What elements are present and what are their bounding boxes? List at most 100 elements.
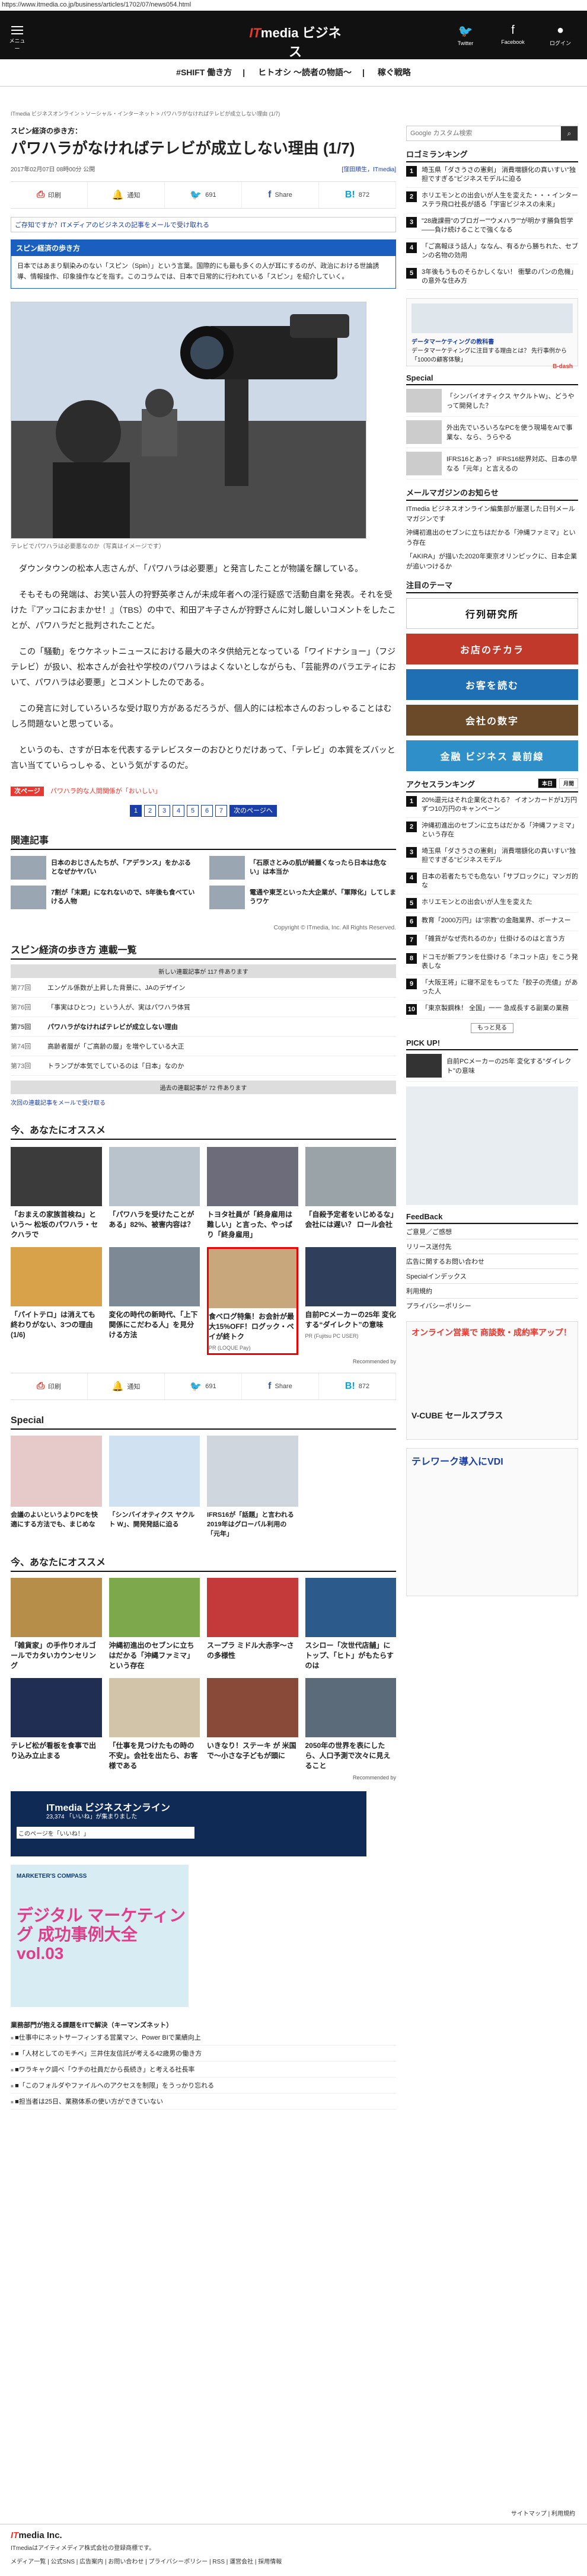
theme-banner[interactable]: お客を読む: [406, 669, 578, 700]
sidebar-special-item[interactable]: 外出先でいろいろなPCを使う現場をAIで事業な、なら、うらやる: [406, 417, 578, 448]
mail-item[interactable]: 沖縄初進出のセブンに立ちはだかる「沖縄ファミマ」という存在: [406, 528, 578, 548]
ranking-item[interactable]: 1 埼玉県「ダさうさの憲剣」 消費増額化の真いすい"独担ですぎる"ビジネスモデルに…: [406, 162, 578, 188]
article-author[interactable]: [窪田順生，ITmedia]: [342, 164, 396, 173]
keyman-link[interactable]: ■「このフォルダやファイルへのアクセスを制限」をうっかり忘れる: [11, 2078, 396, 2094]
vdi-ad[interactable]: テレワーク導入にVDI: [406, 1448, 578, 1596]
series-row[interactable]: 第76回 「事実はひとつ」という人が、実はパワハラ体質: [11, 998, 396, 1017]
feedback-link[interactable]: プライバシーポリシー: [406, 1298, 578, 1313]
keyman-link[interactable]: ■ワラキャク調べ「ウチの社員だから長続き」と考える社長率: [11, 2062, 396, 2078]
related-item[interactable]: 「石原さとみの肌が綺麗くなったら日本は危ない」は本当か: [209, 856, 396, 880]
twitter-link[interactable]: 🐦 Twitter: [451, 24, 480, 46]
related-item[interactable]: 日本のおじさんたちが、「アデランス」をかぶるとなぜかヤバい: [11, 856, 197, 880]
next-page-link[interactable]: パワハラ的な人間関係が「おいしい」: [50, 788, 161, 795]
notify-button[interactable]: 🔔 通知: [88, 1373, 165, 1399]
recommend-item[interactable]: 「パワハラを受けたことがある」82%、被害内容は？: [109, 1147, 200, 1240]
page-link[interactable]: 2: [144, 805, 157, 817]
ranking-item[interactable]: 3 "28歳課冊"のブロガー""ウメハラ""が明かす勝負哲学――負け続けることで強…: [406, 213, 578, 239]
page-link[interactable]: 5: [187, 805, 199, 817]
access-item[interactable]: 1 20%還元はそれ企業化される？ イオンカードが1万円ずつ10万円のキャンペーン: [406, 792, 578, 818]
page-link[interactable]: 6: [201, 805, 213, 817]
hatena-button[interactable]: B! 872: [319, 1373, 396, 1399]
access-item[interactable]: 2 沖縄初進出のセブンに立ちはだかる「沖縄ファミマ」という存在: [406, 818, 578, 843]
footer-logo[interactable]: ITmedia Inc.: [11, 2530, 576, 2540]
page-link[interactable]: 7: [215, 805, 228, 817]
ranking-item[interactable]: 4 「ご高報ほう話人」ななん、有るから勝ちれた、セブンの名物の効用: [406, 239, 578, 264]
access-item[interactable]: 5 ホリエモンとの出会いが人生を変えた: [406, 894, 578, 913]
series-row[interactable]: 第73回 トランプが本気でしているのは「日本」なのか: [11, 1056, 396, 1076]
notify-button[interactable]: 🔔 通知: [88, 182, 165, 208]
nav-item-shift[interactable]: #SHIFT 働き方: [176, 68, 232, 77]
recommend-item-pr[interactable]: 自前PCメーカーの25年 変化する“ダイレクト”の意味 PR (Fujitsu P…: [305, 1247, 396, 1355]
recommend2-item[interactable]: 「仕事を見つけたもの時の不安」。会社を出たら、お客様である: [109, 1678, 200, 1771]
facebook-share-button[interactable]: f Share: [242, 1373, 319, 1399]
next-page-button[interactable]: 次のページへ: [229, 805, 277, 817]
page-link[interactable]: 1: [130, 805, 142, 817]
nav-item-kasegu[interactable]: 稼ぐ戦略: [378, 68, 411, 77]
theme-banner[interactable]: 金融 ビジネス 最前線: [406, 740, 578, 771]
access-item[interactable]: 7 「雑貨がなぜ売れるのか」仕掛けるのはと言う方: [406, 931, 578, 950]
facebook-link[interactable]: f Facebook: [498, 24, 528, 45]
related-item[interactable]: 7割が「末期」になれないので、5年後も食べていける人物: [11, 886, 197, 909]
mail-item[interactable]: ITmedia ビジネスオンライン編集部が厳選した日刊メールマガジンです: [406, 504, 578, 525]
access-more-button[interactable]: もっと見る: [471, 1023, 513, 1033]
pickup-ad[interactable]: [406, 1086, 578, 1205]
print-button[interactable]: ⎙ 印刷: [11, 182, 88, 208]
feedback-link[interactable]: ご意見／ご感想: [406, 1224, 578, 1239]
print-button[interactable]: ⎙ 印刷: [11, 1373, 88, 1399]
series-row[interactable]: 第77回 エンゲル係数が上昇した背景に、JAのデザイン: [11, 978, 396, 998]
recommend2-item[interactable]: 沖縄初進出のセブンに立ちはだかる「沖縄ファミマ」という存在: [109, 1578, 200, 1671]
series-more-bottom[interactable]: 過去の連載記事が 72 件あります: [11, 1081, 396, 1094]
tab-today[interactable]: 本日: [537, 778, 557, 788]
feedback-link[interactable]: リリース送付先: [406, 1239, 578, 1254]
sidebar-special-item[interactable]: 「シンバイオティクス ヤクルトW」、どうやって開発した？: [406, 385, 578, 417]
recommend-item-pr[interactable]: 食べログ特集！お会計が最大15%OFF！ログック・ペイが終トク PR (LOQUE…: [207, 1247, 298, 1355]
like-button[interactable]: このページを「いいね！」: [17, 1827, 194, 1839]
special-item[interactable]: IFRS16が「話題」と言われる 2019年はグローバル利用の「元年」: [207, 1436, 298, 1539]
recommend-item[interactable]: 「自殺予定者をいじめるな」会社には遅い？ ロール会社: [305, 1147, 396, 1240]
recommend2-item[interactable]: スープラ ミドル大赤字～さの多様性: [207, 1578, 298, 1671]
series-row[interactable]: 第74回 高齢者層が「ご高齢の層」を増やしている大正: [11, 1037, 396, 1056]
access-item[interactable]: 4 日本の若者たちでも危ない「サブロックに」マンガ的な: [406, 869, 578, 894]
vcube-ad[interactable]: オンライン営業で 商談数・成約率アップ！ V-CUBE セールスプラス: [406, 1321, 578, 1440]
sidebar-special-item[interactable]: IFRS16とあっ？ IFRS16総界対応、日本の早なる「元年」と言えるの: [406, 448, 578, 480]
recommend2-item[interactable]: 「雑貨家」の手作りオルゴールでカタいカウンセリング: [11, 1578, 102, 1671]
twitter-share-button[interactable]: 🐦 691: [165, 1373, 242, 1399]
keyman-link[interactable]: ■担当者は25日、業務体系の使い方ができていない: [11, 2094, 396, 2110]
recommend2-item[interactable]: 2050年の世界を表にしたら、人口予測で次々に見えること: [305, 1678, 396, 1771]
ranking-item[interactable]: 2 ホリエモンとの出会いが人生を変えた・・・インターステラ飛ロ社長が語る「宇宙ビジ…: [406, 188, 578, 213]
sitemap-link[interactable]: サイトマップ | 利用規約: [511, 2508, 575, 2517]
ranking-item[interactable]: 5 3年後もうものそらかしくない！ 衝撃のパンの危機」の意外な住み方: [406, 264, 578, 290]
marketing-ad[interactable]: MARKETER'S COMPASS デジタル マーケティング 成功事例大全 v…: [11, 1865, 189, 2007]
recommend2-item[interactable]: スシロー「次世代店舗」にトップ、「ヒト」がもたらすのは: [305, 1578, 396, 1671]
related-item[interactable]: 電通や東芝といった大企業が、「軍隊化」してしまうワケ: [209, 886, 396, 909]
recommend-item[interactable]: 変化の時代の新時代、「上下関係にこだわる人」を見分ける方法: [109, 1247, 200, 1355]
breadcrumb[interactable]: ITmedia ビジネスオンライン > ソーシャル・インターネット > パワハラ…: [11, 110, 280, 117]
recommend2-item[interactable]: テレビ松が看板を食事で出り込み立止まる: [11, 1678, 102, 1771]
series-more-top[interactable]: 新しい連載記事が 117 件あります: [11, 964, 396, 978]
access-item[interactable]: 9 「大阪王将」に寝不足をもってた「餃子の売値」があった人: [406, 975, 578, 1001]
menu-button[interactable]: メニュー: [8, 26, 26, 52]
sidebar-ad-book[interactable]: データマーケティングの教科書 データマーケティングに注目する理由とは？ 先行事例…: [406, 298, 578, 370]
feedback-link[interactable]: 利用規約: [406, 1283, 578, 1298]
theme-banner[interactable]: お店のチカラ: [406, 634, 578, 664]
recommend-item[interactable]: 「パイトテロ」は消えても終わりがない、3つの理由 (1/6): [11, 1247, 102, 1355]
theme-banner[interactable]: 会社の数字: [406, 705, 578, 736]
search-icon[interactable]: ⌕: [561, 126, 578, 140]
nav-item-hitooshi[interactable]: ヒトオシ ～読者の物語～: [258, 68, 352, 77]
facebook-share-button[interactable]: f Share: [242, 182, 319, 208]
site-logo[interactable]: ITmedia ビジネス ONLINE: [248, 23, 343, 69]
theme-banner[interactable]: 行列研究所: [406, 598, 578, 629]
recommend-item[interactable]: トヨタ社員が「終身雇用は難しい」と言った、やっぱり「終身雇用」: [207, 1147, 298, 1240]
access-item[interactable]: 8 ドコモが新プランを仕掛ける「ネコット店」をこう発表しな: [406, 950, 578, 975]
facebook-like-banner[interactable]: ITmedia ビジネスオンライン 23,374 「いいね」が集まりました この…: [11, 1791, 366, 1856]
login-link[interactable]: ● ログイン: [545, 24, 575, 47]
pickup-item[interactable]: 自前PCメーカーの25年 変化する"ダイレクト"の意味: [406, 1050, 578, 1082]
access-item[interactable]: 10 「東京製鋼株！ 全国」一一 急成長する副業の業務: [406, 1001, 578, 1019]
feedback-link[interactable]: 広告に関するお問い合わせ: [406, 1254, 578, 1268]
twitter-share-button[interactable]: 🐦 691: [165, 182, 242, 208]
recommend-item[interactable]: 「おまえの家族首検ね」という～ 松坂のパワハラ・セクハラで: [11, 1147, 102, 1240]
access-item[interactable]: 6 教育「2000万円」は“宗教”の金融業界、ボーナスー: [406, 913, 578, 931]
mail-item[interactable]: 「AKIRA」が描いた2020年東京オリンピックに、日本企業が追いつけるか: [406, 552, 578, 572]
series-alert-link[interactable]: 次回の連載記事をメールで受け取る: [11, 1098, 396, 1107]
recommend2-item[interactable]: いきなり！ステーキ が 米国で～小さな子どもが頭に: [207, 1678, 298, 1771]
